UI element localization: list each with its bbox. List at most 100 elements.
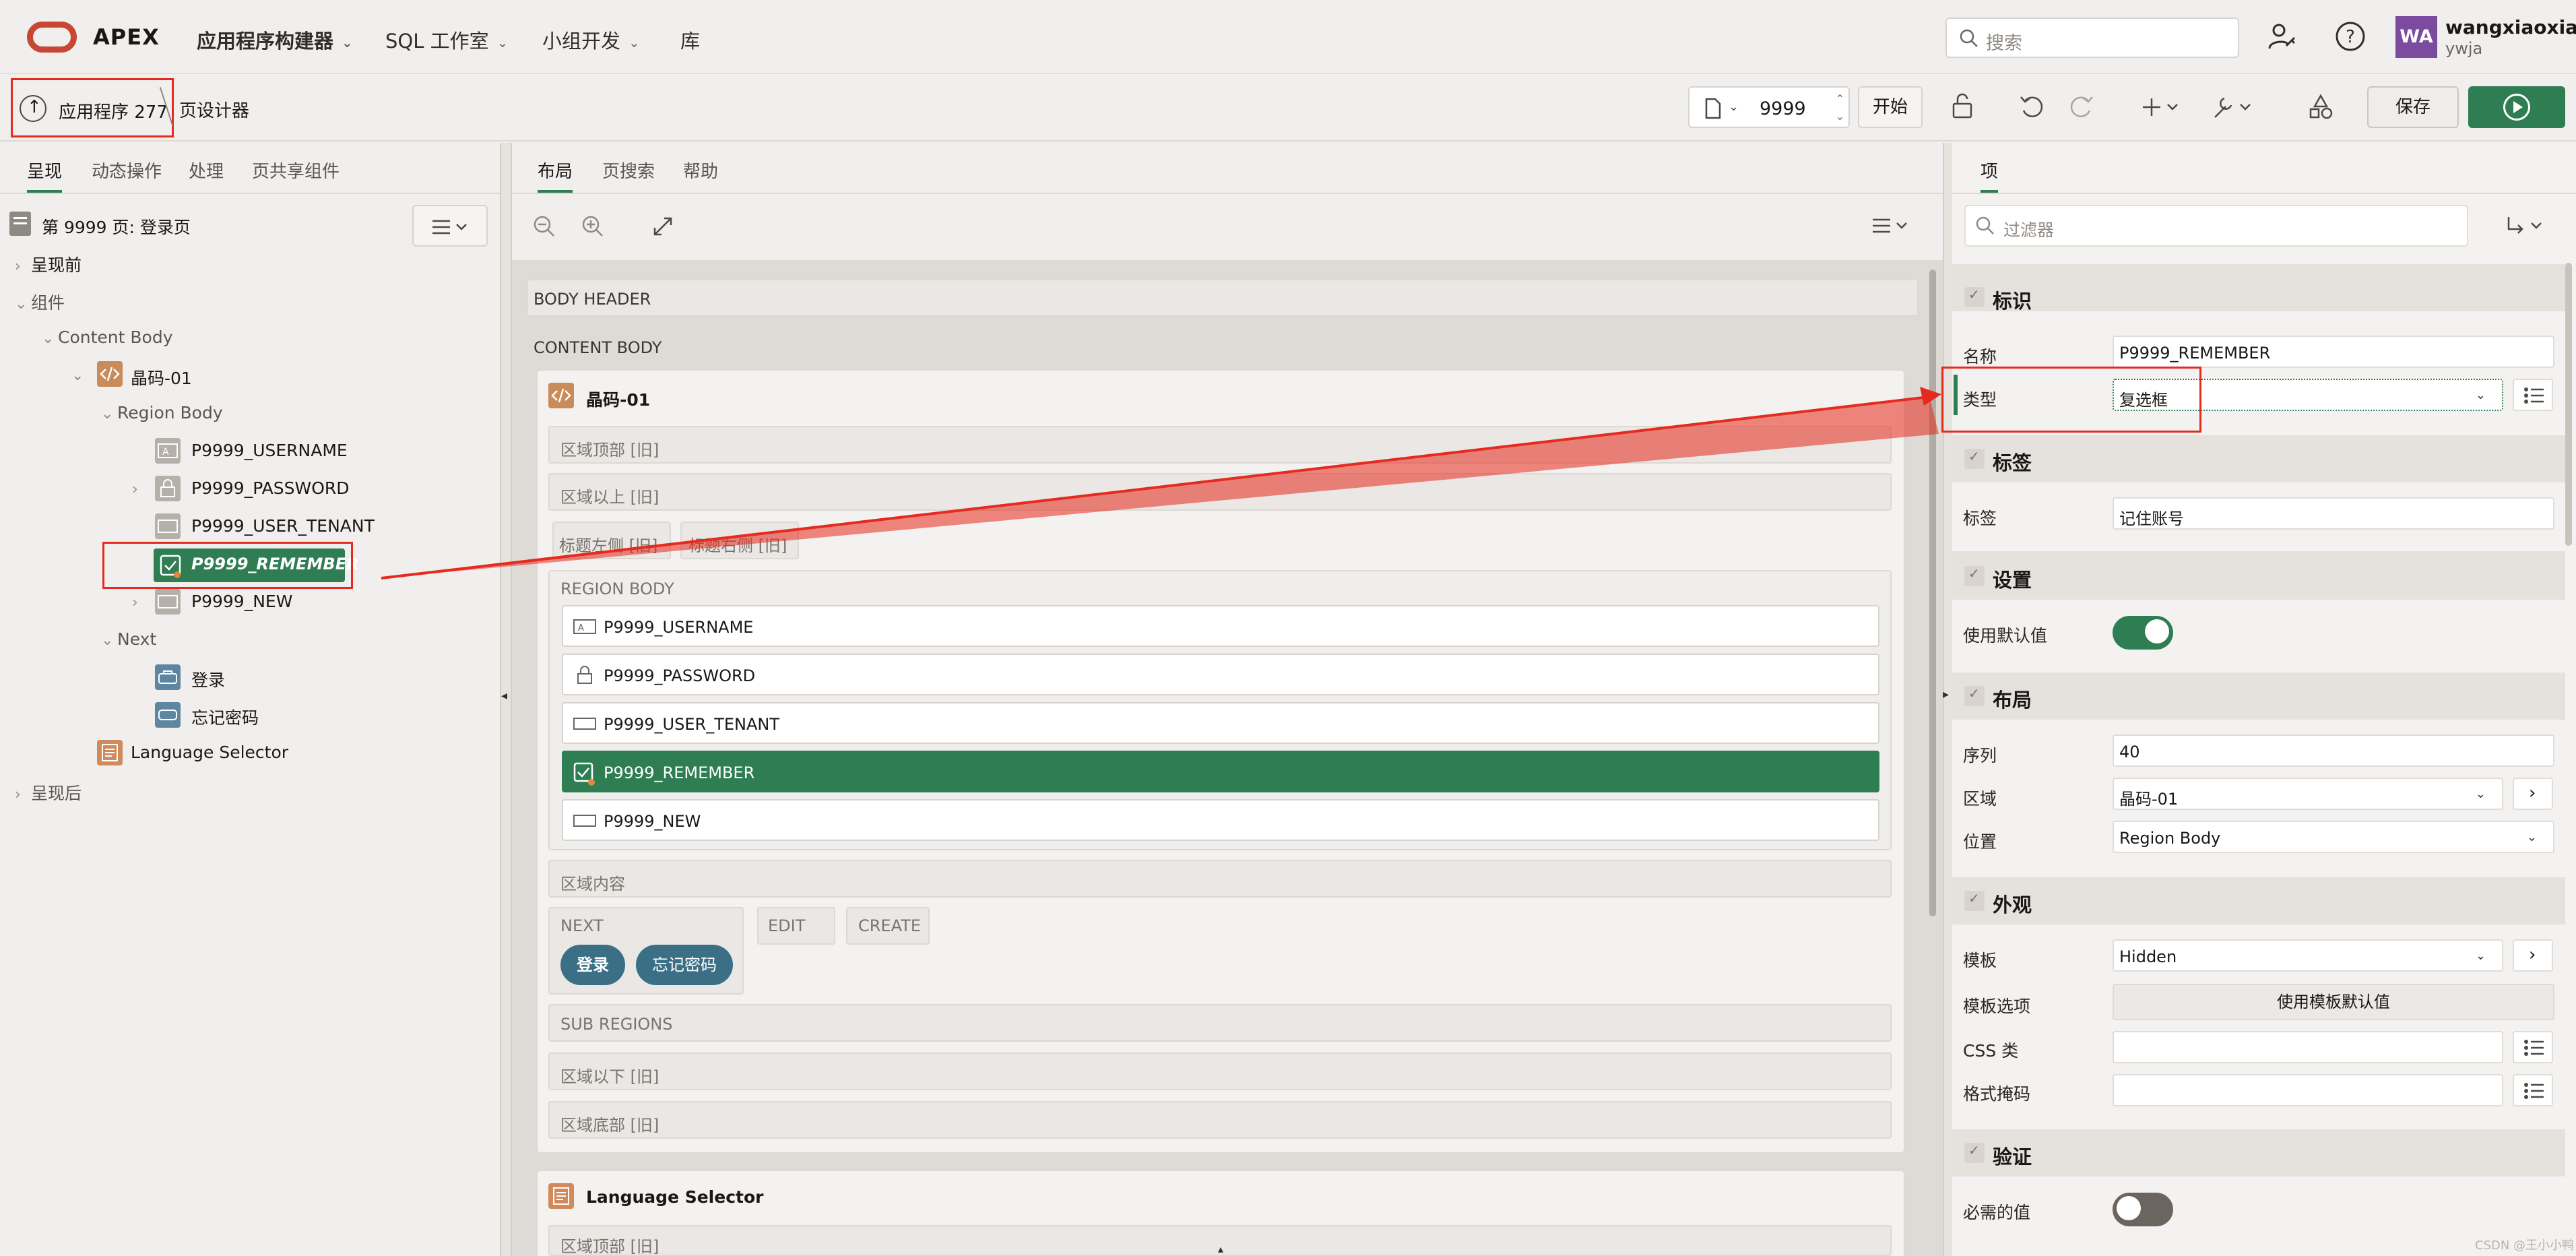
css-classes-field[interactable]: [2113, 1031, 2503, 1063]
tab-layout[interactable]: 布局: [538, 158, 573, 193]
template-select[interactable]: Hidden ⌄: [2113, 939, 2503, 972]
page-selector[interactable]: ⌄ 9999 ⌃ ⌄: [1688, 86, 1850, 128]
layout-item-username[interactable]: A P9999_USERNAME: [562, 605, 1879, 647]
zoom-in-icon[interactable]: [581, 214, 605, 239]
redo-icon[interactable]: [2067, 93, 2095, 121]
go-to-template-button[interactable]: ›: [2513, 939, 2553, 972]
section-appearance[interactable]: [1952, 877, 2565, 924]
layout-item-password[interactable]: P9999_PASSWORD: [562, 654, 1879, 695]
tab-help[interactable]: 帮助: [683, 158, 718, 183]
tree-button-login[interactable]: 登录: [191, 667, 225, 691]
help-icon[interactable]: ?: [2334, 20, 2366, 53]
tree-item-new[interactable]: P9999_NEW: [191, 592, 292, 611]
collapse-validation-icon[interactable]: [1964, 1142, 1985, 1163]
right-splitter[interactable]: ▸: [1943, 143, 1952, 1256]
tab-page-search[interactable]: 页搜索: [602, 158, 655, 183]
name-field[interactable]: P9999_REMEMBER: [2113, 336, 2554, 368]
tree-menu-button[interactable]: [412, 205, 488, 247]
css-classes-list-button[interactable]: [2513, 1031, 2553, 1063]
utilities-wrench-icon[interactable]: [2211, 93, 2255, 121]
template-options-button[interactable]: 使用模板默认值: [2113, 984, 2554, 1020]
language-region-title[interactable]: Language Selector: [586, 1187, 763, 1207]
tab-dynamic-actions[interactable]: 动态操作: [92, 158, 162, 183]
undo-icon[interactable]: [2018, 93, 2047, 121]
go-button[interactable]: 开始: [1858, 86, 1923, 128]
save-button[interactable]: 保存: [2367, 86, 2459, 128]
left-splitter[interactable]: ◂: [500, 143, 512, 1256]
region-title[interactable]: 晶码-01: [586, 387, 650, 411]
tree-button-forgot[interactable]: 忘记密码: [191, 705, 259, 729]
section-identification[interactable]: [1952, 264, 2565, 311]
expand-icon[interactable]: [652, 216, 674, 237]
lock-page-icon[interactable]: [1950, 93, 1978, 121]
position-select[interactable]: Region Body ⌄: [2113, 821, 2554, 853]
section-label[interactable]: [1952, 435, 2565, 482]
layout-menu-icon[interactable]: [1871, 217, 1912, 234]
go-to-group-icon[interactable]: [2505, 213, 2548, 239]
nav-app-builder[interactable]: 应用程序构建器 ⌄: [197, 26, 353, 54]
format-mask-list-button[interactable]: [2513, 1074, 2553, 1106]
brand-name[interactable]: APEX: [93, 24, 160, 50]
shared-components-icon[interactable]: [2307, 93, 2335, 121]
section-layout[interactable]: [1952, 672, 2565, 720]
region-content-slot[interactable]: [548, 860, 1892, 898]
collapse-label-icon[interactable]: [1964, 448, 1985, 469]
tree-content-body[interactable]: ⌄ Content Body: [42, 327, 172, 347]
search-input[interactable]: 搜索: [1945, 18, 2239, 58]
tree-item-tenant[interactable]: P9999_USER_TENANT: [191, 516, 375, 536]
add-component-icon[interactable]: [2142, 93, 2183, 121]
section-settings[interactable]: [1952, 551, 2565, 600]
nav-gallery[interactable]: 库: [680, 26, 700, 54]
tree-region[interactable]: ⌄: [71, 365, 88, 384]
login-button[interactable]: 登录: [560, 945, 625, 985]
tree-item-new-toggle[interactable]: ›: [132, 592, 148, 611]
collapse-layout-icon[interactable]: [1964, 685, 1985, 706]
page-stepper-icon[interactable]: ⌃ ⌄: [1836, 90, 1844, 125]
go-to-region-button[interactable]: ›: [2513, 778, 2553, 810]
tab-shared-components[interactable]: 页共享组件: [252, 158, 340, 183]
bottom-splitter-arrow-icon[interactable]: ▴: [1218, 1243, 1223, 1255]
user-key-icon[interactable]: [2267, 22, 2298, 53]
forgot-password-button[interactable]: 忘记密码: [636, 945, 733, 985]
sequence-field[interactable]: 40: [2113, 734, 2554, 767]
layout-item-new[interactable]: P9999_NEW: [562, 799, 1879, 841]
sub-regions-slot[interactable]: [548, 1004, 1892, 1042]
tab-item[interactable]: 项: [1981, 158, 1999, 193]
property-scrollbar[interactable]: [2565, 263, 2572, 546]
collapse-appearance-icon[interactable]: [1964, 890, 1985, 911]
run-page-button[interactable]: [2468, 86, 2565, 128]
collapse-settings-icon[interactable]: [1964, 565, 1985, 586]
avatar[interactable]: WA: [2395, 16, 2437, 58]
region-bottom-slot[interactable]: [548, 1101, 1892, 1139]
tree-language-selector[interactable]: Language Selector: [131, 743, 288, 762]
tree-item-password-toggle[interactable]: ›: [132, 478, 148, 498]
label-field[interactable]: 记住账号: [2113, 497, 2554, 530]
tree-next[interactable]: ⌄ Next: [101, 629, 156, 649]
oracle-logo-icon[interactable]: [27, 22, 77, 53]
zoom-out-icon[interactable]: [532, 214, 556, 239]
tree-item-password[interactable]: P9999_PASSWORD: [191, 478, 350, 498]
nav-sql-workshop[interactable]: SQL 工作室 ⌄: [385, 26, 508, 54]
type-list-button[interactable]: [2513, 379, 2553, 411]
tree-post-rendering[interactable]: › 呈现后: [15, 780, 82, 805]
nav-team-dev[interactable]: 小组开发 ⌄: [542, 26, 640, 54]
region-select[interactable]: 晶码-01 ⌄: [2113, 778, 2503, 810]
use-default-toggle[interactable]: [2113, 616, 2173, 650]
canvas-scrollbar[interactable]: [1929, 270, 1936, 916]
layout-item-remember-selected[interactable]: P9999_REMEMBER: [562, 751, 1879, 792]
tree-region-label[interactable]: 晶码-01: [131, 365, 192, 389]
tree-pre-rendering[interactable]: › 呈现前: [15, 252, 82, 276]
collapse-identification-icon[interactable]: [1964, 286, 1985, 307]
tab-processing[interactable]: 处理: [189, 158, 224, 183]
format-mask-field[interactable]: [2113, 1074, 2503, 1106]
tree-region-body[interactable]: ⌄ Region Body: [101, 403, 223, 422]
page-node-title[interactable]: 第 9999 页: 登录页: [42, 214, 191, 239]
tree-item-username[interactable]: P9999_USERNAME: [191, 441, 348, 460]
tree-components[interactable]: ⌄ 组件: [15, 290, 65, 314]
region-top-slot[interactable]: [548, 426, 1892, 464]
back-to-application-button[interactable]: 应用程序 277: [11, 78, 174, 137]
layout-item-tenant[interactable]: P9999_USER_TENANT: [562, 702, 1879, 744]
body-header-slot[interactable]: [527, 279, 1919, 317]
required-toggle[interactable]: [2113, 1193, 2173, 1226]
section-validation[interactable]: [1952, 1129, 2565, 1176]
